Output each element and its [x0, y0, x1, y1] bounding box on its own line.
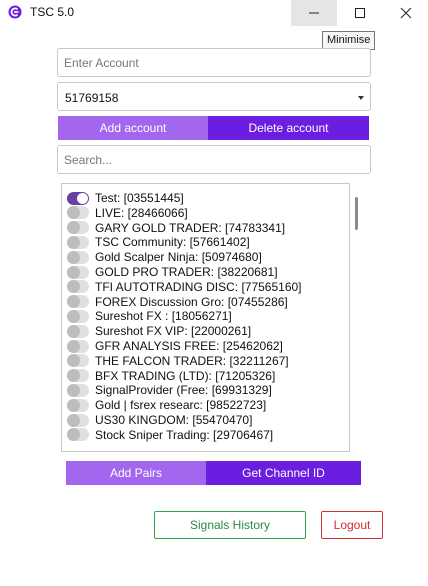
toggle-knob: [67, 369, 80, 383]
channel-label: Stock Sniper Trading: [29706467]: [95, 427, 274, 442]
toggle-knob: [67, 206, 80, 220]
channel-row: Gold | fsrex researc: [98522723]: [67, 398, 266, 412]
window-title: TSC 5.0: [30, 5, 75, 19]
search-input[interactable]: [58, 146, 370, 173]
channel-row: GOLD PRO TRADER: [38220681]: [67, 265, 278, 279]
toggle-knob: [77, 192, 88, 204]
delete-account-button[interactable]: Delete account: [208, 116, 369, 140]
channel-row: Sureshot FX : [18056271]: [67, 309, 232, 323]
channel-toggle[interactable]: [67, 413, 89, 427]
channel-row: LIVE: [28466066]: [67, 206, 188, 220]
channel-toggle[interactable]: [67, 265, 89, 279]
toggle-knob: [67, 413, 80, 427]
channel-list-scrollbar[interactable]: [355, 197, 358, 230]
channel-row: TFI AUTOTRADING DISC: [77565160]: [67, 280, 302, 294]
channel-label: THE FALCON TRADER: [32211267]: [95, 353, 289, 368]
channel-toggle[interactable]: [67, 309, 89, 323]
channel-row: FOREX Discussion Gro: [07455286]: [67, 295, 288, 309]
channel-toggle[interactable]: [67, 191, 89, 205]
account-select-value: 51769158: [65, 91, 119, 105]
channel-row: THE FALCON TRADER: [32211267]: [67, 354, 289, 368]
channel-label: Test: [03551445]: [95, 191, 184, 205]
channel-row: Gold Scalper Ninja: [50974680]: [67, 250, 262, 264]
toggle-knob: [67, 280, 80, 294]
close-button[interactable]: [383, 0, 428, 26]
toggle-knob: [67, 309, 80, 323]
channel-label: Gold | fsrex researc: [98522723]: [95, 398, 267, 413]
channel-label: BFX TRADING (LTD): [71205326]: [95, 368, 276, 383]
channel-label: Sureshot FX : [18056271]: [95, 309, 232, 324]
toggle-knob: [67, 221, 80, 235]
channel-row: SignalProvider (Free: [69931329]: [67, 383, 272, 397]
channel-toggle[interactable]: [67, 428, 89, 442]
channel-row: BFX TRADING (LTD): [71205326]: [67, 369, 275, 383]
toggle-knob: [67, 235, 80, 249]
channel-label: Gold Scalper Ninja: [50974680]: [95, 250, 262, 265]
maximise-icon: [355, 8, 365, 18]
channel-toggle[interactable]: [67, 339, 89, 353]
logout-button[interactable]: Logout: [321, 511, 383, 539]
channel-toggle[interactable]: [67, 398, 89, 412]
channel-label: GFR ANALYSIS FREE: [25462062]: [95, 339, 283, 353]
channel-label: TFI AUTOTRADING DISC: [77565160]: [95, 279, 302, 294]
app-logo-icon: [8, 5, 22, 19]
channel-toggle[interactable]: [67, 221, 89, 235]
channel-row: GFR ANALYSIS FREE: [25462062]: [67, 339, 283, 353]
channel-label: TSC Community: [57661402]: [95, 235, 250, 250]
toggle-knob: [67, 324, 80, 338]
account-input-field[interactable]: [57, 48, 371, 77]
toggle-knob: [67, 339, 80, 353]
toggle-knob: [67, 428, 80, 442]
toggle-knob: [67, 250, 80, 264]
channel-row: TSC Community: [57661402]: [67, 235, 250, 249]
channel-list[interactable]: Test: [03551445] LIVE: [28466066] GARY GOL…: [61, 183, 350, 452]
channel-row: Stock Sniper Trading: [29706467]: [67, 428, 273, 442]
channel-toggle[interactable]: [67, 383, 89, 397]
channel-toggle[interactable]: [67, 369, 89, 383]
account-input[interactable]: [58, 49, 370, 76]
toggle-knob: [67, 398, 80, 412]
toggle-knob: [67, 354, 80, 368]
signals-history-button[interactable]: Signals History: [154, 511, 306, 539]
channel-label: GARY GOLD TRADER: [74783341]: [95, 220, 286, 235]
minimise-button[interactable]: [291, 0, 337, 26]
channel-label: GOLD PRO TRADER: [38220681]: [95, 265, 278, 279]
channel-toggle[interactable]: [67, 206, 89, 220]
channel-toggle[interactable]: [67, 324, 89, 338]
chevron-down-icon[interactable]: [358, 96, 364, 100]
add-account-button[interactable]: Add account: [58, 116, 208, 140]
toggle-knob: [67, 265, 80, 279]
channel-row: Test: [03551445]: [67, 191, 184, 205]
maximise-button[interactable]: [337, 0, 383, 26]
channel-toggle[interactable]: [67, 295, 89, 309]
channel-toggle[interactable]: [67, 354, 89, 368]
channel-row: Sureshot FX VIP: [22000261]: [67, 324, 251, 338]
close-icon: [400, 7, 412, 19]
channel-toggle[interactable]: [67, 280, 89, 294]
toggle-knob: [67, 295, 80, 309]
channel-label: LIVE: [28466066]: [95, 205, 188, 220]
channel-label: SignalProvider (Free: [69931329]: [95, 383, 272, 398]
title-bar: TSC 5.0: [0, 0, 428, 26]
channel-label: US30 KINGDOM: [55470470]: [95, 413, 253, 427]
channel-toggle[interactable]: [67, 235, 89, 249]
add-pairs-button[interactable]: Add Pairs: [66, 461, 206, 485]
search-field[interactable]: [57, 145, 371, 174]
toggle-knob: [67, 383, 80, 397]
channel-row: US30 KINGDOM: [55470470]: [67, 413, 252, 427]
channel-toggle[interactable]: [67, 250, 89, 264]
channel-row: GARY GOLD TRADER: [74783341]: [67, 221, 285, 235]
minimise-icon: [309, 12, 319, 14]
channel-label: Sureshot FX VIP: [22000261]: [95, 324, 252, 339]
get-channel-id-button[interactable]: Get Channel ID: [206, 461, 361, 485]
channel-label: FOREX Discussion Gro: [07455286]: [95, 294, 288, 309]
account-select[interactable]: 51769158: [57, 82, 371, 111]
